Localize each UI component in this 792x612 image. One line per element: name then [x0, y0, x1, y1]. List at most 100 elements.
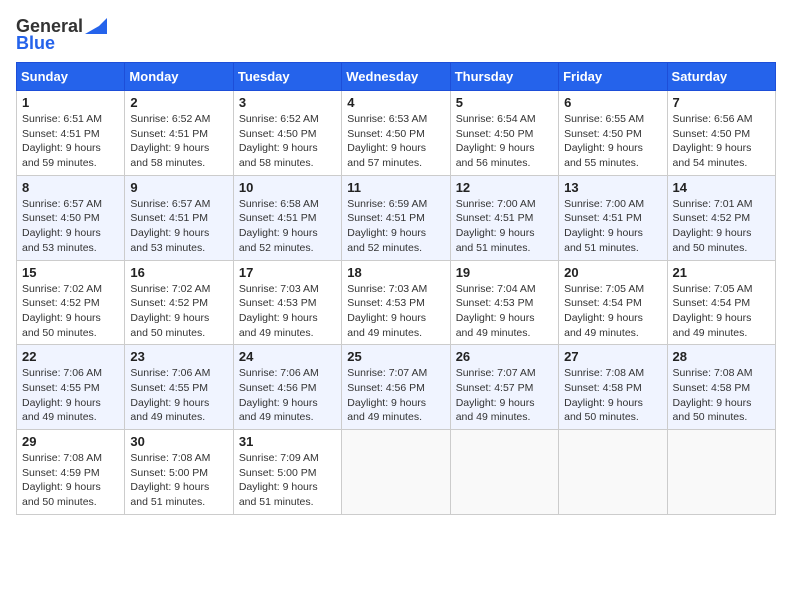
calendar-cell: 13 Sunrise: 7:00 AMSunset: 4:51 PMDaylig… [559, 175, 667, 260]
calendar-cell: 31 Sunrise: 7:09 AMSunset: 5:00 PMDaylig… [233, 430, 341, 515]
calendar-cell: 19 Sunrise: 7:04 AMSunset: 4:53 PMDaylig… [450, 260, 558, 345]
calendar-cell: 16 Sunrise: 7:02 AMSunset: 4:52 PMDaylig… [125, 260, 233, 345]
day-info: Sunrise: 7:00 AMSunset: 4:51 PMDaylight:… [564, 198, 644, 254]
day-number: 16 [130, 265, 227, 280]
day-info: Sunrise: 6:57 AMSunset: 4:50 PMDaylight:… [22, 198, 102, 254]
day-number: 8 [22, 180, 119, 195]
day-info: Sunrise: 7:08 AMSunset: 4:58 PMDaylight:… [564, 367, 644, 423]
day-info: Sunrise: 7:00 AMSunset: 4:51 PMDaylight:… [456, 198, 536, 254]
day-number: 12 [456, 180, 553, 195]
day-header-tuesday: Tuesday [233, 63, 341, 91]
day-number: 4 [347, 95, 444, 110]
day-info: Sunrise: 7:01 AMSunset: 4:52 PMDaylight:… [673, 198, 753, 254]
logo-bird-icon [85, 18, 107, 34]
day-number: 22 [22, 349, 119, 364]
day-header-saturday: Saturday [667, 63, 775, 91]
calendar-cell: 2 Sunrise: 6:52 AMSunset: 4:51 PMDayligh… [125, 91, 233, 176]
day-number: 11 [347, 180, 444, 195]
day-info: Sunrise: 7:02 AMSunset: 4:52 PMDaylight:… [22, 283, 102, 339]
day-number: 10 [239, 180, 336, 195]
calendar-cell: 20 Sunrise: 7:05 AMSunset: 4:54 PMDaylig… [559, 260, 667, 345]
calendar-cell: 17 Sunrise: 7:03 AMSunset: 4:53 PMDaylig… [233, 260, 341, 345]
calendar-table: SundayMondayTuesdayWednesdayThursdayFrid… [16, 62, 776, 515]
calendar-cell: 7 Sunrise: 6:56 AMSunset: 4:50 PMDayligh… [667, 91, 775, 176]
calendar-cell: 28 Sunrise: 7:08 AMSunset: 4:58 PMDaylig… [667, 345, 775, 430]
day-number: 28 [673, 349, 770, 364]
day-info: Sunrise: 7:05 AMSunset: 4:54 PMDaylight:… [564, 283, 644, 339]
calendar-cell: 3 Sunrise: 6:52 AMSunset: 4:50 PMDayligh… [233, 91, 341, 176]
day-number: 15 [22, 265, 119, 280]
day-number: 24 [239, 349, 336, 364]
calendar-cell: 8 Sunrise: 6:57 AMSunset: 4:50 PMDayligh… [17, 175, 125, 260]
day-info: Sunrise: 6:58 AMSunset: 4:51 PMDaylight:… [239, 198, 319, 254]
day-info: Sunrise: 6:57 AMSunset: 4:51 PMDaylight:… [130, 198, 210, 254]
logo: General Blue [16, 16, 107, 54]
day-info: Sunrise: 6:51 AMSunset: 4:51 PMDaylight:… [22, 113, 102, 169]
day-info: Sunrise: 7:03 AMSunset: 4:53 PMDaylight:… [239, 283, 319, 339]
day-header-thursday: Thursday [450, 63, 558, 91]
day-info: Sunrise: 6:54 AMSunset: 4:50 PMDaylight:… [456, 113, 536, 169]
calendar-cell: 5 Sunrise: 6:54 AMSunset: 4:50 PMDayligh… [450, 91, 558, 176]
calendar-cell: 1 Sunrise: 6:51 AMSunset: 4:51 PMDayligh… [17, 91, 125, 176]
day-info: Sunrise: 7:05 AMSunset: 4:54 PMDaylight:… [673, 283, 753, 339]
day-number: 1 [22, 95, 119, 110]
day-number: 25 [347, 349, 444, 364]
day-number: 2 [130, 95, 227, 110]
day-info: Sunrise: 7:02 AMSunset: 4:52 PMDaylight:… [130, 283, 210, 339]
page-header: General Blue [16, 16, 776, 54]
day-number: 14 [673, 180, 770, 195]
calendar-cell [559, 430, 667, 515]
calendar-cell: 14 Sunrise: 7:01 AMSunset: 4:52 PMDaylig… [667, 175, 775, 260]
day-header-sunday: Sunday [17, 63, 125, 91]
calendar-cell: 11 Sunrise: 6:59 AMSunset: 4:51 PMDaylig… [342, 175, 450, 260]
day-info: Sunrise: 6:53 AMSunset: 4:50 PMDaylight:… [347, 113, 427, 169]
calendar-cell: 29 Sunrise: 7:08 AMSunset: 4:59 PMDaylig… [17, 430, 125, 515]
day-info: Sunrise: 7:03 AMSunset: 4:53 PMDaylight:… [347, 283, 427, 339]
day-info: Sunrise: 7:09 AMSunset: 5:00 PMDaylight:… [239, 452, 319, 508]
calendar-cell: 4 Sunrise: 6:53 AMSunset: 4:50 PMDayligh… [342, 91, 450, 176]
day-header-monday: Monday [125, 63, 233, 91]
day-number: 7 [673, 95, 770, 110]
calendar-cell: 30 Sunrise: 7:08 AMSunset: 5:00 PMDaylig… [125, 430, 233, 515]
calendar-cell: 24 Sunrise: 7:06 AMSunset: 4:56 PMDaylig… [233, 345, 341, 430]
calendar-cell: 15 Sunrise: 7:02 AMSunset: 4:52 PMDaylig… [17, 260, 125, 345]
day-header-friday: Friday [559, 63, 667, 91]
calendar-cell: 27 Sunrise: 7:08 AMSunset: 4:58 PMDaylig… [559, 345, 667, 430]
day-number: 3 [239, 95, 336, 110]
day-number: 23 [130, 349, 227, 364]
day-number: 20 [564, 265, 661, 280]
day-number: 5 [456, 95, 553, 110]
day-info: Sunrise: 7:04 AMSunset: 4:53 PMDaylight:… [456, 283, 536, 339]
calendar-cell: 18 Sunrise: 7:03 AMSunset: 4:53 PMDaylig… [342, 260, 450, 345]
calendar-cell: 10 Sunrise: 6:58 AMSunset: 4:51 PMDaylig… [233, 175, 341, 260]
day-number: 31 [239, 434, 336, 449]
calendar-cell: 23 Sunrise: 7:06 AMSunset: 4:55 PMDaylig… [125, 345, 233, 430]
day-info: Sunrise: 7:08 AMSunset: 4:58 PMDaylight:… [673, 367, 753, 423]
day-number: 9 [130, 180, 227, 195]
day-number: 21 [673, 265, 770, 280]
calendar-cell: 25 Sunrise: 7:07 AMSunset: 4:56 PMDaylig… [342, 345, 450, 430]
day-info: Sunrise: 7:06 AMSunset: 4:56 PMDaylight:… [239, 367, 319, 423]
calendar-cell: 22 Sunrise: 7:06 AMSunset: 4:55 PMDaylig… [17, 345, 125, 430]
day-info: Sunrise: 6:56 AMSunset: 4:50 PMDaylight:… [673, 113, 753, 169]
day-info: Sunrise: 6:55 AMSunset: 4:50 PMDaylight:… [564, 113, 644, 169]
day-info: Sunrise: 6:52 AMSunset: 4:50 PMDaylight:… [239, 113, 319, 169]
day-info: Sunrise: 6:59 AMSunset: 4:51 PMDaylight:… [347, 198, 427, 254]
day-info: Sunrise: 6:52 AMSunset: 4:51 PMDaylight:… [130, 113, 210, 169]
calendar-cell [342, 430, 450, 515]
day-number: 19 [456, 265, 553, 280]
calendar-cell: 6 Sunrise: 6:55 AMSunset: 4:50 PMDayligh… [559, 91, 667, 176]
day-number: 27 [564, 349, 661, 364]
day-number: 6 [564, 95, 661, 110]
calendar-cell: 12 Sunrise: 7:00 AMSunset: 4:51 PMDaylig… [450, 175, 558, 260]
day-number: 13 [564, 180, 661, 195]
day-info: Sunrise: 7:08 AMSunset: 4:59 PMDaylight:… [22, 452, 102, 508]
calendar-cell [667, 430, 775, 515]
calendar-cell: 21 Sunrise: 7:05 AMSunset: 4:54 PMDaylig… [667, 260, 775, 345]
logo-text-blue: Blue [16, 33, 55, 54]
day-header-wednesday: Wednesday [342, 63, 450, 91]
day-number: 26 [456, 349, 553, 364]
day-info: Sunrise: 7:06 AMSunset: 4:55 PMDaylight:… [22, 367, 102, 423]
day-number: 30 [130, 434, 227, 449]
day-info: Sunrise: 7:07 AMSunset: 4:56 PMDaylight:… [347, 367, 427, 423]
